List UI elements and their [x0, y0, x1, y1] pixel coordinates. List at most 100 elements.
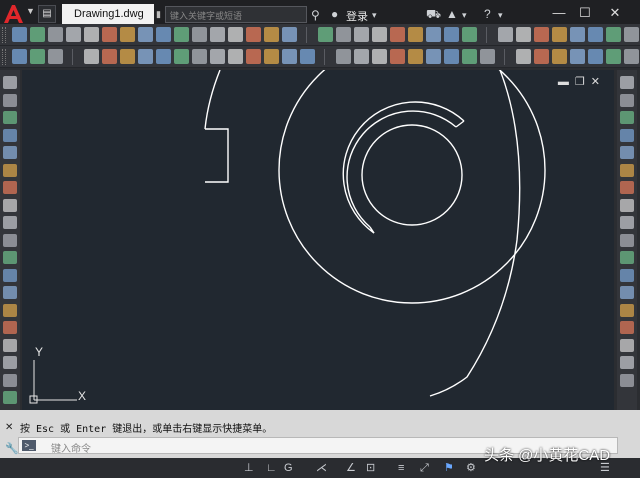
- minimize-button[interactable]: —: [548, 4, 570, 24]
- toolbar-button-icon[interactable]: [48, 49, 63, 64]
- toolbar-button-icon[interactable]: [138, 49, 153, 64]
- side-toolbar-button-icon[interactable]: [3, 181, 17, 194]
- drawing-canvas[interactable]: Y X ▬❐✕: [22, 70, 614, 410]
- object-snap-tracking-icon[interactable]: ⋌: [316, 461, 327, 475]
- toolbar-button-icon[interactable]: [606, 49, 621, 64]
- toolbar-button-icon[interactable]: [624, 27, 639, 42]
- toolbar-button-icon[interactable]: [84, 49, 99, 64]
- side-toolbar-button-icon[interactable]: [620, 321, 634, 334]
- annotation-scale-icon[interactable]: ⚑: [444, 461, 454, 475]
- exchange-apps-icon[interactable]: ▲: [446, 7, 458, 21]
- toolbar-button-icon[interactable]: [426, 49, 441, 64]
- side-toolbar-button-icon[interactable]: [620, 146, 634, 159]
- side-toolbar-button-icon[interactable]: [3, 198, 17, 212]
- login-button[interactable]: 登录: [346, 8, 368, 24]
- toolbar-button-icon[interactable]: [516, 49, 531, 64]
- toolbar-button-icon[interactable]: [552, 27, 567, 42]
- workspace-icon[interactable]: ⚙: [466, 461, 476, 475]
- toolbar-button-icon[interactable]: [462, 27, 477, 42]
- toolbar-button-icon[interactable]: [102, 49, 117, 64]
- app-menu-caret-icon[interactable]: ▼: [26, 6, 35, 16]
- toolbar-button-icon[interactable]: [354, 49, 369, 64]
- side-toolbar-button-icon[interactable]: [3, 111, 17, 124]
- side-toolbar-button-icon[interactable]: [620, 198, 634, 212]
- help-dropdown-icon[interactable]: ▾: [498, 8, 503, 22]
- side-toolbar-button-icon[interactable]: [620, 338, 634, 352]
- side-toolbar-button-icon[interactable]: [620, 181, 634, 194]
- toolbar-button-icon[interactable]: [444, 49, 459, 64]
- toolbar-button-icon[interactable]: [66, 27, 81, 42]
- toolbar-button-icon[interactable]: [354, 27, 369, 42]
- polar-tracking-icon[interactable]: G: [284, 461, 293, 475]
- toolbar-button-icon[interactable]: [336, 27, 351, 42]
- side-toolbar-button-icon[interactable]: [620, 216, 634, 229]
- command-customize-icon[interactable]: 🔧: [5, 442, 19, 455]
- side-toolbar-button-icon[interactable]: [620, 303, 634, 317]
- toolbar-button-icon[interactable]: [552, 49, 567, 64]
- command-prompt-icon[interactable]: >_: [22, 440, 36, 451]
- side-toolbar-button-icon[interactable]: [3, 216, 17, 229]
- side-toolbar-button-icon[interactable]: [620, 163, 634, 177]
- side-toolbar-button-icon[interactable]: [3, 76, 17, 89]
- toolbar-button-icon[interactable]: [480, 49, 495, 64]
- login-dropdown-icon[interactable]: ▾: [372, 8, 377, 22]
- toolbar-button-icon[interactable]: [534, 49, 549, 64]
- toolbar-grip[interactable]: [2, 27, 6, 43]
- selection-cycling-icon[interactable]: ⤢: [420, 461, 429, 475]
- side-toolbar-button-icon[interactable]: [620, 76, 634, 89]
- toolbar-button-icon[interactable]: [300, 49, 315, 64]
- side-toolbar-button-icon[interactable]: [3, 321, 17, 334]
- toolbar-button-icon[interactable]: [246, 49, 261, 64]
- toolbar-button-icon[interactable]: [12, 49, 27, 64]
- search-input[interactable]: 键入关键字或短语: [165, 6, 307, 23]
- drawing-geometry[interactable]: Y X: [22, 70, 614, 410]
- toolbar-button-icon[interactable]: [156, 27, 171, 42]
- toolbar-button-icon[interactable]: [588, 27, 603, 42]
- toolbar-button-icon[interactable]: [624, 49, 639, 64]
- toolbar-button-icon[interactable]: [390, 49, 405, 64]
- side-toolbar-button-icon[interactable]: [3, 286, 17, 299]
- side-toolbar-button-icon[interactable]: [620, 128, 634, 142]
- toolbar-grip[interactable]: [2, 49, 6, 65]
- side-toolbar-button-icon[interactable]: [3, 163, 17, 177]
- document-tab[interactable]: Drawing1.dwg: [62, 4, 154, 26]
- toolbar-button-icon[interactable]: [174, 49, 189, 64]
- toolbar-button-icon[interactable]: [426, 27, 441, 42]
- toolbar-button-icon[interactable]: [516, 27, 531, 42]
- side-toolbar-button-icon[interactable]: [620, 251, 634, 264]
- help-icon[interactable]: ?: [484, 7, 491, 21]
- exchange-dropdown-icon[interactable]: ▾: [462, 8, 467, 22]
- toolbar-button-icon[interactable]: [444, 27, 459, 42]
- toolbar-button-icon[interactable]: [372, 49, 387, 64]
- side-toolbar-button-icon[interactable]: [620, 111, 634, 124]
- toolbar-button-icon[interactable]: [48, 27, 63, 42]
- side-toolbar-button-icon[interactable]: [3, 373, 17, 387]
- side-toolbar-button-icon[interactable]: [3, 128, 17, 142]
- toolbar-button-icon[interactable]: [336, 49, 351, 64]
- toolbar-button-icon[interactable]: [570, 27, 585, 42]
- toolbar-button-icon[interactable]: [606, 27, 621, 42]
- object-snap-icon[interactable]: ⊡: [366, 461, 375, 475]
- side-toolbar-button-icon[interactable]: [3, 391, 17, 404]
- toolbar-button-icon[interactable]: [120, 27, 135, 42]
- user-icon[interactable]: ●: [331, 7, 338, 21]
- side-toolbar-button-icon[interactable]: [3, 146, 17, 159]
- side-toolbar-button-icon[interactable]: [3, 303, 17, 317]
- toolbar-button-icon[interactable]: [138, 27, 153, 42]
- transparency-icon[interactable]: ≡: [398, 461, 404, 475]
- close-button[interactable]: ✕: [604, 4, 626, 24]
- toolbar-button-icon[interactable]: [570, 49, 585, 64]
- toolbar-button-icon[interactable]: [192, 27, 207, 42]
- app-menu-button[interactable]: [2, 4, 26, 24]
- cart-icon[interactable]: ⛟: [426, 7, 441, 21]
- side-toolbar-button-icon[interactable]: [620, 286, 634, 299]
- side-toolbar-button-icon[interactable]: [3, 338, 17, 352]
- restore-button[interactable]: ☐: [574, 4, 596, 24]
- toolbar-button-icon[interactable]: [246, 27, 261, 42]
- toolbar-button-icon[interactable]: [228, 27, 243, 42]
- toolbar-button-icon[interactable]: [264, 49, 279, 64]
- side-toolbar-button-icon[interactable]: [620, 93, 634, 107]
- infer-constraints-icon[interactable]: ⊥: [244, 461, 254, 475]
- toolbar-button-icon[interactable]: [228, 49, 243, 64]
- toolbar-button-icon[interactable]: [282, 49, 297, 64]
